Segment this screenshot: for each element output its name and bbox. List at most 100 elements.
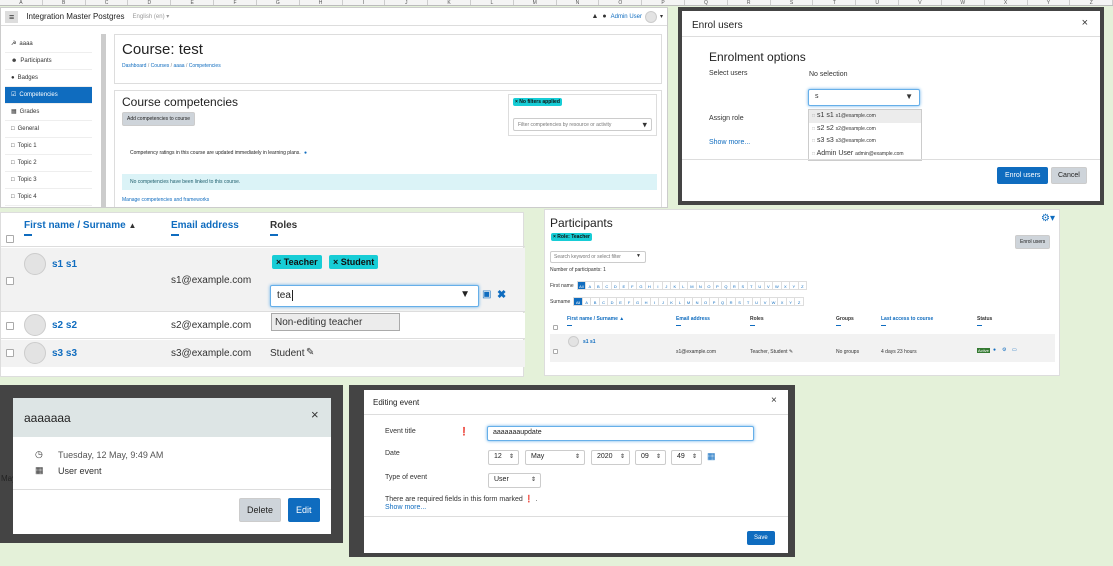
collapse-icon[interactable] bbox=[270, 234, 278, 236]
close-icon[interactable]: × bbox=[771, 395, 777, 406]
sidebar-item-general[interactable]: □ General bbox=[5, 121, 92, 138]
sidebar-item-topic-2[interactable]: □ Topic 2 bbox=[5, 155, 92, 172]
sidebar-item-topic-3[interactable]: □ Topic 3 bbox=[5, 172, 92, 189]
user-suggestion-option[interactable]: □ s3 s3 s3@example.com bbox=[809, 135, 921, 148]
column-header[interactable]: U bbox=[856, 0, 900, 5]
month-select[interactable]: May ⇕ bbox=[525, 450, 585, 465]
column-header[interactable]: Z bbox=[1070, 0, 1113, 5]
column-header[interactable]: B bbox=[43, 0, 86, 5]
breadcrumb-item[interactable]: Competencies bbox=[189, 63, 221, 69]
event-title-input[interactable]: aaaaaaaupdate bbox=[487, 426, 754, 441]
calendar-icon[interactable]: ▦ bbox=[707, 451, 716, 462]
column-header[interactable]: J bbox=[385, 0, 429, 5]
surname-initial-z[interactable]: Z bbox=[794, 297, 804, 306]
sort-email-header[interactable]: Email address bbox=[676, 316, 710, 326]
sidebar-item-grades[interactable]: ▦ Grades bbox=[5, 104, 92, 121]
language-menu[interactable]: English (en) ▾ bbox=[133, 13, 170, 20]
chevron-down-icon[interactable]: ▼ bbox=[460, 289, 470, 300]
breadcrumb-item[interactable]: Dashboard bbox=[122, 63, 146, 69]
role-suggestion[interactable]: Non-editing teacher bbox=[271, 313, 400, 331]
user-suggestion-option[interactable]: □ s2 s2 s2@example.com bbox=[809, 123, 921, 136]
sidebar-item-competencies[interactable]: ☑ Competencies bbox=[5, 87, 92, 104]
role-tag-teacher[interactable]: × Teacher bbox=[272, 255, 322, 269]
user-menu[interactable]: Admin User bbox=[611, 14, 642, 20]
close-icon[interactable]: × bbox=[311, 407, 319, 422]
edit-button[interactable]: Edit bbox=[288, 498, 320, 522]
column-header[interactable]: E bbox=[171, 0, 215, 5]
column-header[interactable]: C bbox=[86, 0, 129, 5]
breadcrumb-item[interactable]: aaaa bbox=[173, 63, 184, 69]
sidebar-scrollbar[interactable] bbox=[101, 34, 106, 207]
cancel-button[interactable]: Cancel bbox=[1051, 167, 1087, 184]
sort-lastaccess-header[interactable]: Last access to course bbox=[881, 316, 933, 326]
sidebar-item-topic-4[interactable]: □ Topic 4 bbox=[5, 189, 92, 206]
role-autocomplete-input[interactable]: tea ▼ bbox=[270, 285, 479, 307]
role-filter-tag[interactable]: × Role: Teacher bbox=[551, 233, 593, 241]
column-header[interactable]: V bbox=[899, 0, 942, 5]
pencil-icon[interactable]: ✎ bbox=[789, 349, 793, 355]
chevron-down-icon[interactable]: ▼ bbox=[636, 253, 641, 259]
sort-email-header[interactable]: Email address bbox=[171, 220, 239, 236]
column-header[interactable]: P bbox=[642, 0, 685, 5]
user-name-link[interactable]: s1 s1 bbox=[52, 259, 77, 270]
bell-icon[interactable]: ▲ bbox=[591, 13, 598, 20]
firstname-initial-z[interactable]: Z bbox=[797, 281, 808, 290]
row-checkbox[interactable] bbox=[6, 277, 14, 285]
info-icon[interactable]: ● bbox=[304, 150, 307, 156]
select-all-checkbox[interactable] bbox=[553, 325, 558, 330]
avatar[interactable] bbox=[644, 10, 657, 23]
filter-select[interactable]: Filter competencies by resource or activ… bbox=[513, 118, 652, 131]
column-header[interactable]: L bbox=[471, 0, 514, 5]
add-competencies-button[interactable]: Add competencies to course bbox=[122, 112, 196, 126]
column-header[interactable]: K bbox=[428, 0, 471, 5]
pencil-icon[interactable]: ✎ bbox=[306, 347, 314, 358]
hour-select[interactable]: 09 ⇕ bbox=[635, 450, 666, 465]
sort-name-header[interactable]: First name / Surname ▲ bbox=[567, 316, 624, 326]
user-name-link[interactable]: s2 s2 bbox=[52, 320, 77, 331]
info-icon[interactable]: ● bbox=[993, 347, 996, 353]
sidebar-item-participants[interactable]: ☻ Participants bbox=[5, 53, 92, 70]
column-header[interactable]: D bbox=[128, 0, 172, 5]
save-button[interactable]: Save bbox=[747, 531, 775, 545]
cancel-icon[interactable]: ✖ bbox=[497, 288, 506, 301]
column-header[interactable]: F bbox=[214, 0, 257, 5]
column-header[interactable]: W bbox=[942, 0, 985, 5]
role-tag-student[interactable]: × Student bbox=[329, 255, 379, 269]
gear-icon[interactable]: ⚙ bbox=[1002, 347, 1006, 353]
sidebar-item-badges[interactable]: ● Badges bbox=[5, 70, 92, 87]
trash-icon[interactable]: ▭ bbox=[1012, 347, 1017, 353]
manage-link[interactable]: Manage competencies and frameworks bbox=[122, 197, 209, 203]
enrol-users-button[interactable]: Enrol users bbox=[1015, 235, 1051, 249]
sidebar-item-aaaa[interactable]: ☭ aaaa bbox=[5, 36, 92, 53]
save-icon[interactable]: ▣ bbox=[482, 289, 491, 300]
column-header[interactable]: R bbox=[728, 0, 771, 5]
column-header[interactable]: M bbox=[514, 0, 557, 5]
day-select[interactable]: 12 ⇕ bbox=[488, 450, 519, 465]
chat-icon[interactable]: ● bbox=[602, 13, 606, 20]
column-header[interactable]: T bbox=[813, 0, 857, 5]
participant-search-select[interactable]: Search keyword or select filter ▼ bbox=[550, 251, 646, 263]
year-select[interactable]: 2020 ⇕ bbox=[591, 450, 630, 465]
column-header[interactable]: O bbox=[599, 0, 643, 5]
column-header[interactable]: X bbox=[985, 0, 1028, 5]
delete-button[interactable]: Delete bbox=[239, 498, 282, 522]
enrol-users-button[interactable]: Enrol users bbox=[997, 167, 1049, 184]
user-name-link[interactable]: s1 s1 bbox=[583, 339, 596, 345]
row-checkbox[interactable] bbox=[6, 322, 14, 330]
hamburger-icon[interactable]: ≡ bbox=[5, 10, 19, 23]
column-header[interactable]: S bbox=[771, 0, 814, 5]
event-type-select[interactable]: User ⇕ bbox=[488, 473, 541, 488]
minute-select[interactable]: 49 ⇕ bbox=[671, 450, 702, 465]
column-header[interactable]: Y bbox=[1028, 0, 1071, 5]
gear-icon[interactable]: ⚙▾ bbox=[1041, 213, 1055, 224]
column-header[interactable]: A bbox=[0, 0, 43, 5]
show-more-link[interactable]: Show more... bbox=[385, 504, 426, 511]
chevron-down-icon[interactable]: ▼ bbox=[905, 92, 913, 101]
column-header[interactable]: H bbox=[300, 0, 343, 5]
column-header[interactable]: Q bbox=[685, 0, 728, 5]
user-name-link[interactable]: s3 s3 bbox=[52, 348, 77, 359]
column-header[interactable]: N bbox=[557, 0, 600, 5]
sort-name-header[interactable]: First name / Surname ▲ bbox=[24, 220, 136, 236]
column-header[interactable]: G bbox=[257, 0, 300, 5]
site-title[interactable]: Integration Master Postgres bbox=[26, 12, 124, 21]
